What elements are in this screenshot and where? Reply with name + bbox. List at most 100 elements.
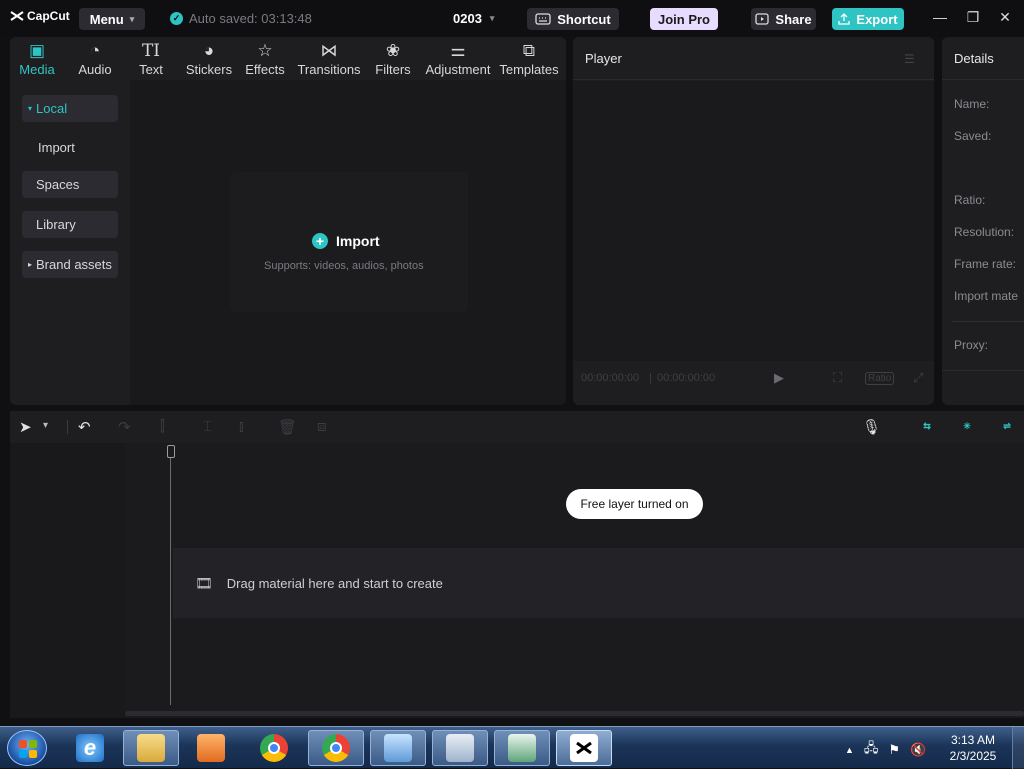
detail-framerate-label: Frame rate: [954, 257, 1017, 271]
shortcut-button[interactable]: Shortcut [527, 8, 619, 30]
project-name: 0203 [453, 11, 482, 26]
import-title: + Import [312, 233, 380, 249]
transitions-icon: ⋈ [320, 41, 338, 60]
show-desktop-button[interactable] [1012, 727, 1024, 769]
split-left-icon[interactable]: ⌶ [203, 418, 212, 435]
sidebar-item-import[interactable]: Import [22, 134, 118, 161]
tab-filters[interactable]: ❀ Filters [374, 40, 412, 77]
caret-right-icon: ▸ [28, 260, 33, 269]
import-subtitle: Supports: videos, audios, photos [264, 260, 424, 272]
details-footer [942, 370, 1024, 405]
taskbar-clock[interactable]: 3:13 AM 2/3/2025 [944, 732, 1002, 764]
undo-icon[interactable]: ↶ [78, 418, 91, 436]
time-total: 00:00:00:00 [657, 372, 716, 384]
sidebar-item-spaces[interactable]: Spaces [22, 171, 118, 198]
microphone-icon[interactable]: 🎙 [862, 418, 881, 436]
delete-icon[interactable]: 🗑 [278, 418, 297, 436]
linkage-icon[interactable]: ⇌ [997, 420, 1017, 432]
upload-icon [838, 13, 851, 25]
player-controls: 00:00:00:00 | 00:00:00:00 ▶ ⛶ Ratio ⤢ [581, 370, 931, 392]
close-icon[interactable]: ✕ [995, 9, 1015, 26]
time-current: 00:00:00:00 [581, 372, 640, 384]
caret-down-icon: ▾ [28, 104, 33, 113]
chevron-down-icon: ▾ [489, 13, 495, 23]
network-icon[interactable]: 🖧 [864, 739, 879, 761]
project-name-dropdown[interactable]: 0203 ▾ [453, 11, 494, 26]
join-pro-button[interactable]: Join Pro [650, 8, 718, 30]
player-viewport[interactable] [573, 81, 934, 361]
chevron-down-icon[interactable]: ▾ [43, 420, 48, 431]
volume-muted-icon[interactable]: 🔇 [910, 742, 926, 758]
file-explorer-icon[interactable] [123, 730, 179, 766]
chrome-window-icon[interactable] [308, 730, 364, 766]
autosave-status: ✓ Auto saved: 03:13:48 [170, 11, 312, 26]
title-bar: CapCut Menu ▾ ✓ Auto saved: 03:13:48 020… [0, 0, 1024, 37]
player-title: Player [585, 51, 622, 66]
capcut-taskbar-icon[interactable] [556, 730, 612, 766]
detail-name-label: Name: [954, 97, 990, 111]
chrome-icon[interactable] [246, 730, 302, 766]
hamburger-icon[interactable]: ☰ [904, 52, 915, 66]
control-panel-icon[interactable] [370, 730, 426, 766]
chevron-down-icon: ▾ [129, 13, 135, 24]
windows-logo-icon [19, 740, 37, 758]
fullscreen-icon[interactable]: ⤢ [913, 370, 923, 386]
auto-snap-icon[interactable]: ✳ [957, 420, 977, 432]
tab-transitions[interactable]: ⋈ Transitions [297, 40, 360, 77]
split-right-icon[interactable]: ⫾ [239, 418, 244, 435]
main-track-dropzone[interactable]: 🎞 Drag material here and start to create [173, 548, 1024, 618]
track-header-column [10, 443, 125, 718]
start-button[interactable] [7, 730, 47, 766]
crop-icon[interactable]: ⧈ [317, 418, 327, 435]
timeline-area[interactable]: Free layer turned on 🎞 Drag material her… [10, 443, 1024, 718]
details-header: Details [942, 37, 1024, 80]
tab-stickers[interactable]: ◕ Stickers [185, 40, 233, 77]
tab-media[interactable]: ▣ Media [18, 40, 56, 77]
player-header: Player ☰ [573, 37, 934, 80]
keyboard-icon [535, 13, 551, 25]
sidebar-item-local[interactable]: ▾ Local [22, 95, 118, 122]
details-title: Details [954, 51, 994, 66]
play-icon[interactable]: ▶ [774, 370, 784, 386]
media-content-area: + Import Supports: videos, audios, photo… [130, 80, 566, 405]
split-icon[interactable]: ⫿ [160, 418, 165, 435]
export-button[interactable]: Export [832, 8, 904, 30]
windows-taskbar: e ▲ 🖧 ⚑ 🔇 3:13 AM 2/3/2025 [0, 726, 1024, 769]
detail-import-label: Import mate [954, 289, 1019, 303]
disc-burner-icon[interactable] [432, 730, 488, 766]
templates-icon: ⧉ [522, 41, 536, 60]
tray-expand-icon[interactable]: ▲ [845, 745, 854, 755]
maximize-icon[interactable]: ❐ [963, 9, 983, 26]
media-icon: ▣ [28, 41, 46, 60]
sidebar-item-label: Local [36, 101, 68, 116]
tab-text[interactable]: TI Text [136, 40, 166, 77]
tab-audio[interactable]: ◔ Audio [76, 40, 114, 77]
sidebar-item-label: Import [38, 140, 75, 155]
sidebar-item-brand-assets[interactable]: ▸ Brand assets [22, 251, 118, 278]
capcut-logo: CapCut [10, 9, 70, 23]
main-track-magnet-icon[interactable]: ⇆ [917, 420, 937, 432]
redo-icon[interactable]: ↷ [118, 418, 131, 436]
share-button[interactable]: Share [751, 8, 816, 30]
ratio-button[interactable]: Ratio [865, 372, 895, 385]
document-window-icon[interactable] [494, 730, 550, 766]
media-player-icon[interactable] [183, 730, 239, 766]
playhead-handle[interactable] [167, 445, 175, 458]
sidebar-item-label: Brand assets [36, 257, 112, 272]
select-pointer-icon[interactable]: ➤ [19, 418, 32, 436]
action-center-flag-icon[interactable]: ⚑ [888, 742, 900, 758]
sidebar-item-library[interactable]: Library [22, 211, 118, 238]
import-dropzone[interactable]: + Import Supports: videos, audios, photo… [230, 172, 468, 312]
minimize-icon[interactable]: — [930, 9, 950, 25]
export-label: Export [856, 11, 898, 27]
tab-templates[interactable]: ⧉ Templates [499, 40, 559, 77]
internet-explorer-icon[interactable]: e [62, 730, 118, 766]
tab-effects[interactable]: ☆ Effects [245, 40, 285, 77]
detail-resolution-label: Resolution: [954, 225, 1015, 239]
tab-adjustment[interactable]: ⚌ Adjustment [425, 40, 491, 77]
playhead[interactable] [170, 447, 171, 705]
crop-icon[interactable]: ⛶ [833, 370, 842, 386]
clock-time: 3:13 AM [950, 733, 996, 747]
menu-button[interactable]: Menu ▾ [79, 8, 145, 30]
timeline-scrollbar[interactable] [125, 711, 1024, 716]
